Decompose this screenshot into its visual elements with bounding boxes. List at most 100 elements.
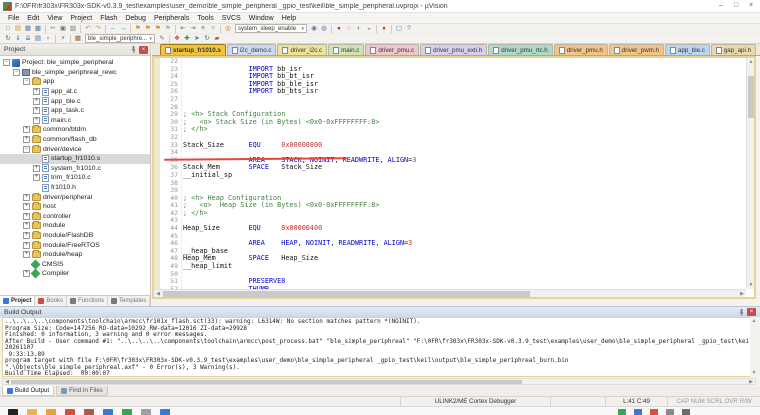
build-output-log[interactable]: ..\..\..\..\components\toolchain\armcc\f… <box>2 317 756 377</box>
expand-icon[interactable]: + <box>23 232 30 239</box>
batch-build-button[interactable]: ▤ <box>33 34 43 43</box>
rebuild-all-button[interactable]: ⇊ <box>23 34 33 43</box>
pinned-app-2-icon[interactable] <box>65 409 75 415</box>
tray-icon-3[interactable] <box>650 409 658 415</box>
tab-driver_pmu.h[interactable]: driver_pmu.h <box>554 44 608 55</box>
pinned-app-3-icon[interactable] <box>84 409 94 415</box>
pin-icon[interactable] <box>130 46 137 53</box>
panel-tab-functions[interactable]: Functions <box>67 296 108 306</box>
undo-button[interactable]: ↶ <box>83 24 93 33</box>
tree-item-driver-device[interactable]: −driver/device <box>0 144 150 154</box>
refresh-views-button[interactable]: ↻ <box>202 34 212 43</box>
horizontal-scroll-thumb[interactable] <box>11 380 522 384</box>
expand-icon[interactable]: + <box>33 174 40 181</box>
tab-i2c_demo.c[interactable]: i2c_demo.c <box>227 44 277 55</box>
navigate-forward-button[interactable]: → <box>118 24 128 33</box>
tree-item-main-c[interactable]: +main.c <box>0 116 150 126</box>
tab-driver_pmu_exti.h[interactable]: driver_pmu_exti.h <box>420 44 487 55</box>
expand-icon[interactable]: + <box>33 165 40 172</box>
expand-icon[interactable]: + <box>23 136 30 143</box>
tray-icon-5[interactable] <box>682 409 690 415</box>
menu-edit[interactable]: Edit <box>23 15 43 22</box>
build-output-close-icon[interactable]: × <box>747 308 756 316</box>
tree-item-ble-simple-periphreal-rewc[interactable]: −ble_simple_periphreal_rewc <box>0 68 150 78</box>
expand-icon[interactable]: + <box>33 98 40 105</box>
expand-icon[interactable]: + <box>33 117 40 124</box>
bottom-tab-build-output[interactable]: Build Output <box>2 386 54 396</box>
bookmark-clear-all-button[interactable]: ⚑ <box>163 24 173 33</box>
tree-item-fr1010-h[interactable]: fr1010.h <box>0 183 150 193</box>
incremental-find-button[interactable]: ◍ <box>319 24 329 33</box>
new-file-button[interactable]: □ <box>3 24 13 33</box>
menu-project[interactable]: Project <box>66 15 96 22</box>
project-panel-close-icon[interactable]: × <box>139 46 148 54</box>
outdent-button[interactable]: ⇤ <box>178 24 188 33</box>
minimize-button[interactable]: – <box>714 1 728 11</box>
expand-icon[interactable]: + <box>33 88 40 95</box>
tab-startup_fr1010.s[interactable]: startup_fr1010.s <box>160 44 226 55</box>
tree-item-startup-fr1010-s[interactable]: startup_fr1010.s <box>0 154 150 164</box>
tab-driver_pmu.c[interactable]: driver_pmu.c <box>365 44 419 55</box>
close-button[interactable]: × <box>744 1 758 11</box>
expand-icon[interactable]: + <box>23 213 30 220</box>
bottom-tab-find-in-files[interactable]: Find In Files <box>56 386 108 396</box>
insert-breakpoint-button[interactable]: ● <box>334 24 344 33</box>
tree-item-host[interactable]: +host <box>0 202 150 212</box>
disable-all-breakpoints-button[interactable]: ◒ <box>364 24 374 33</box>
editor-horizontal-scrollbar[interactable]: ◀ ▶ <box>154 289 746 297</box>
uncomment-selection-button[interactable]: ≡ <box>208 24 218 33</box>
pinned-app-4-icon[interactable] <box>103 409 113 415</box>
tree-item-module-heap[interactable]: +module/heap <box>0 250 150 260</box>
pinned-app-5-icon[interactable] <box>122 409 132 415</box>
tab-main.c[interactable]: main.c <box>328 44 364 55</box>
scroll-down-icon[interactable]: ▼ <box>747 281 755 289</box>
target-select-combo[interactable]: ble_simple_periphre...▾ <box>85 34 155 43</box>
pinned-app-1-icon[interactable] <box>46 409 56 415</box>
expand-icon[interactable]: + <box>33 107 40 114</box>
vertical-scroll-thumb[interactable] <box>748 76 754 118</box>
tree-item-module[interactable]: +module <box>0 221 150 231</box>
stop-build-button[interactable]: ▪ <box>43 34 53 43</box>
scroll-up-icon[interactable]: ▲ <box>750 317 758 325</box>
tree-item-controller[interactable]: +controller <box>0 212 150 222</box>
horizontal-scroll-thumb[interactable] <box>163 291 530 297</box>
expand-icon[interactable]: + <box>23 222 30 229</box>
bookmark-prev-button[interactable]: ⚑ <box>143 24 153 33</box>
find-in-files-button[interactable]: ◎ <box>223 24 233 33</box>
maximize-button[interactable]: □ <box>729 1 743 11</box>
navigate-back-button[interactable]: ← <box>108 24 118 33</box>
translate-file-button[interactable]: ↻ <box>3 34 13 43</box>
tab-driver_pwm.h[interactable]: driver_pwm.h <box>609 44 664 55</box>
pin-icon[interactable] <box>738 309 745 316</box>
pinned-app-6-icon[interactable] <box>141 409 151 415</box>
tray-icon-4[interactable] <box>666 409 674 415</box>
expand-icon[interactable]: + <box>23 194 30 201</box>
menu-file[interactable]: File <box>4 15 23 22</box>
collapse-icon[interactable]: − <box>3 59 10 66</box>
scroll-up-icon[interactable]: ▲ <box>747 58 755 66</box>
kill-all-breakpoints-button[interactable]: ○ <box>344 24 354 33</box>
pack-installer-button[interactable]: ✚ <box>182 34 192 43</box>
bookmark-next-button[interactable]: ⚑ <box>153 24 163 33</box>
panel-tab-templates[interactable]: Templates <box>108 296 150 306</box>
tree-item-app-ble-c[interactable]: +app_ble.c <box>0 96 150 106</box>
expand-icon[interactable]: + <box>23 242 30 249</box>
search-combo[interactable]: system_sleep_enable▾ <box>235 24 307 33</box>
menu-peripherals[interactable]: Peripherals <box>150 15 193 22</box>
menu-view[interactable]: View <box>43 15 66 22</box>
bookmark-toggle-button[interactable]: ⚑ <box>133 24 143 33</box>
pinned-app-7-icon[interactable] <box>160 409 170 415</box>
scroll-down-icon[interactable]: ▼ <box>750 369 758 377</box>
tray-icon-2[interactable] <box>634 409 642 415</box>
tray-icon-1[interactable] <box>618 409 626 415</box>
open-file-button[interactable]: ▤ <box>13 24 23 33</box>
configure-target-wand-button[interactable]: ✎ <box>157 34 167 43</box>
panel-tab-books[interactable]: Books <box>35 296 67 306</box>
paste-button[interactable]: ▨ <box>68 24 78 33</box>
save-button[interactable]: ▦ <box>23 24 33 33</box>
editor-vertical-scrollbar[interactable]: ▲ ▼ <box>746 58 754 289</box>
menu-tools[interactable]: Tools <box>193 15 217 22</box>
cut-button[interactable]: ✂ <box>48 24 58 33</box>
tree-item-compiler[interactable]: +Compiler <box>0 269 150 279</box>
help-button[interactable]: ? <box>404 24 414 33</box>
